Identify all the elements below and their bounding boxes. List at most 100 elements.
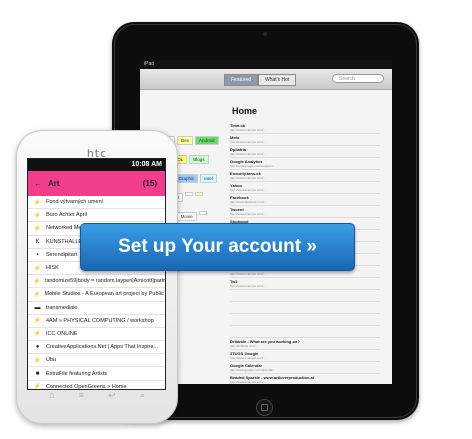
status-time: 10:08 AM [131,161,162,168]
bookmark-icon: ● [35,344,40,351]
list-item[interactable]: ⚡ randomize59|body = random.layperi|Arnic… [28,275,165,289]
list-item[interactable]: ⚡ Connected OpenGreens > Home [28,381,165,390]
list-item[interactable]: ⚡ Mobile Studios - A European art project… [28,288,165,302]
list-item[interactable]: Mefo http://www.example.com/... [230,134,380,146]
bookmark-icon: ⚡ [33,357,42,364]
category-title: Art [48,179,60,188]
phone-status-bar: 10:08 AM [28,159,165,171]
list-item[interactable]: Google Calendar http://www.google.com/cal… [230,362,380,374]
list-item[interactable]: ⚡ Ubu [28,354,165,368]
segment-whats-hot[interactable]: What's Hot [258,74,297,86]
bookmark-icon: ▪ [36,251,39,258]
link-url: http://www.example.com/... [230,152,266,156]
tag-item[interactable]: Android [195,136,219,145]
list-item[interactable] [230,302,380,314]
link-url: http://dribbble.com/... [230,344,259,348]
search-key-icon[interactable]: ⌕ [140,390,145,401]
bookmark-icon: ▬ [34,304,41,311]
back-arrow-icon[interactable]: ← [34,179,42,188]
link-url: http://www.example.com/... [230,188,266,192]
link-url: http://www.facebook.com/... [230,200,267,204]
list-item-label: CreativeApplications.Net | Apps That Ins… [46,344,158,351]
list-item-label: Büro Achter April [46,212,87,219]
list-item[interactable]: ⚡ Fond výtvarných umení [28,196,165,210]
ipad-toolbar: Featured What's Hot Search [140,69,392,90]
list-item[interactable]: Beaded Sparkle - www.artloverproduction.… [230,374,380,384]
link-url: http://www.example.com/... [230,272,266,276]
link-url: http://www.example.com/... [230,128,266,132]
bookmark-icon: ⚡ [33,225,42,232]
segmented-control: Featured What's Hot [224,74,297,86]
list-item[interactable]: Time.ok http://www.example.com/... [230,122,380,134]
tag-item[interactable] [198,211,207,215]
tag-item[interactable] [195,192,204,196]
bookmark-icon: ⚡ [33,291,41,298]
link-url: http://www.example.com/... [230,284,266,288]
segment-featured[interactable]: Featured [224,74,259,86]
list-item-label: Serendipitart [46,251,78,258]
bookmark-icon: ⚡ [33,331,42,338]
list-item[interactable]: Google Analytics http://www.google.com/an… [230,158,380,170]
list-item[interactable]: 3TUGS Google http://www.example.com/... [230,350,380,362]
list-item[interactable]: Dribbble - What are you working on? http:… [230,338,380,350]
list-item[interactable]: ▬ transmediale [28,302,165,315]
phone-device: htc 10:08 AM ← Art (15) ⚡ Fond výtvarných… [16,130,178,424]
list-item[interactable]: Dpllatrla http://www.example.com/... [230,146,380,158]
list-item-label: ICC ONLINE [46,330,78,337]
bookmark-icon: ■ [35,370,40,377]
list-item[interactable]: ⚡ ICC ONLINE [28,328,165,342]
list-item[interactable]: Twoent http://www.example.com/... [230,206,380,218]
list-item[interactable]: ⚡ 4AM » PHYSICAL COMPUTING / workshop [28,315,165,328]
bookmark-icon: ⚡ [33,278,41,285]
setup-account-button[interactable]: Set up Your account » [80,223,355,271]
list-item[interactable]: ⚡ Büro Achter April [28,209,165,223]
link-url: http://www.example.com/... [230,176,266,180]
link-url: http://www.google.com/calendar/... [230,368,276,372]
list-item[interactable]: Facebook http://www.facebook.com/... [230,194,380,206]
home-button[interactable] [256,399,273,416]
list-item[interactable]: ■ ExtraFile featuring Artists [28,367,165,381]
bookmark-icon: ⚡ [33,384,42,390]
list-item-label: transmediale [46,304,78,311]
list-item[interactable] [230,314,380,326]
bookmark-icon: ⚡ [33,212,42,219]
list-item-label: HISK [46,265,59,272]
list-item-label: Fond výtvarných umení [46,199,104,206]
category-header: ← Art (15) [28,171,165,196]
menu-key-icon[interactable]: ≡ [79,390,84,401]
tag-item[interactable]: Movie [176,212,197,221]
back-key-icon[interactable]: ↩ [108,390,116,401]
link-url: http://www.google.com/analytics/... [230,164,277,168]
search-input[interactable]: Search [332,74,384,83]
list-item-label: Mobile Studios - A European art project … [44,291,165,298]
list-item[interactable] [230,290,380,302]
phone-screen: 10:08 AM ← Art (15) ⚡ Fond výtvarných ume… [27,158,166,390]
list-item-label: Connected OpenGreens > Home [46,383,127,390]
bookmark-icon: ⚡ [33,318,42,325]
bookmark-icon: ⚡ [33,265,42,272]
camera-icon [263,32,267,36]
bookmark-icon: ⚡ [33,199,42,206]
link-url: http://www.example.com/... [230,212,266,216]
list-item[interactable]: Tw2 http://www.example.com/... [230,278,380,290]
list-item[interactable]: Eoounty.tans.ok http://www.example.com/..… [230,170,380,182]
list-item[interactable]: Yahoo http://www.example.com/... [230,182,380,194]
tag-item[interactable]: Blogs [189,155,209,164]
list-item[interactable] [230,326,380,338]
ipad-status-bar: iPad [140,60,392,69]
list-item-label: Ubu [46,357,57,364]
category-count: (15) [142,179,157,188]
list-item-label: 4AM » PHYSICAL COMPUTING / workshop [46,317,154,324]
home-key-icon[interactable]: ⌂ [49,390,54,401]
tag-item[interactable]: Dev [177,136,194,145]
tag-item[interactable]: Intel [200,174,217,183]
tag-item[interactable] [185,192,194,196]
ipad-status-carrier: iPad [144,61,155,67]
list-item[interactable]: ● CreativeApplications.Net | Apps That In… [28,341,165,355]
list-item-label: randomize59|body = random.layperi|Arnico… [44,278,165,285]
tag-item[interactable]: Graphic [174,174,199,183]
bookmark-icon: K [35,238,40,245]
link-url: http://www.example.com/... [230,380,266,384]
link-url: http://www.example.com/... [230,140,266,144]
link-url: http://www.example.com/... [230,356,266,360]
